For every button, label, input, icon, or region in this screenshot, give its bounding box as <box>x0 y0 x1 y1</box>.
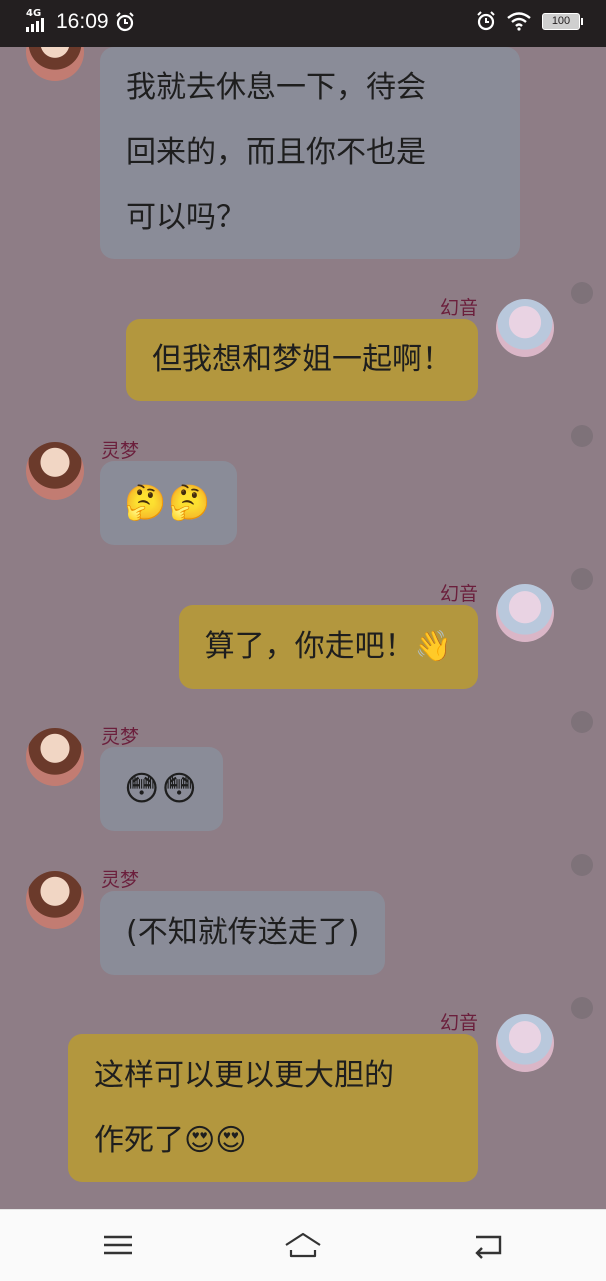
alarm-icon <box>115 12 134 32</box>
back-icon[interactable] <box>468 1228 508 1262</box>
avatar-huanyin[interactable] <box>496 1014 554 1072</box>
status-dot <box>571 282 593 304</box>
sender-name: 灵梦 <box>101 869 140 891</box>
navigation-bar <box>0 1209 606 1281</box>
home-icon[interactable] <box>283 1228 323 1262</box>
battery-icon: 100 <box>542 12 583 30</box>
sender-name: 幻音 <box>439 583 478 605</box>
message-text: 但我想和梦姐一起啊！ <box>152 342 452 377</box>
battery-level: 100 <box>551 14 571 27</box>
message-line: 我就去休息一下，待会 <box>126 70 426 105</box>
message-bubble[interactable]: (不知就传送走了) <box>100 891 386 975</box>
message-line: 作死了😍😍 <box>94 1123 247 1158</box>
message-text: (不知就传送走了) <box>126 915 360 950</box>
avatar-huanyin[interactable] <box>496 299 554 357</box>
status-dot <box>571 568 593 590</box>
status-dot <box>571 711 593 733</box>
message-line: 这样可以更以更大胆的 <box>94 1058 394 1093</box>
message-line: 回来的，而且你不也是 <box>126 135 426 170</box>
avatar-reimu[interactable] <box>26 442 84 500</box>
avatar-reimu[interactable] <box>26 871 84 929</box>
avatar-huanyin[interactable] <box>496 584 554 642</box>
alarm-icon <box>477 11 495 31</box>
message-bubble[interactable]: 😳😳 <box>100 747 223 831</box>
status-dot <box>571 854 593 876</box>
status-dot <box>571 997 593 1019</box>
message-bubble[interactable]: 算了，你走吧！👋 <box>178 605 478 689</box>
status-right: 100 <box>476 11 583 31</box>
message-bubble[interactable]: 这样可以更以更大胆的 作死了😍😍 <box>68 1034 478 1182</box>
avatar-reimu[interactable] <box>26 728 84 786</box>
sender-name: 幻音 <box>439 297 478 319</box>
sender-name: 灵梦 <box>101 440 140 462</box>
message-bubble[interactable]: 我就去休息一下，待会 回来的，而且你不也是 可以吗？ <box>100 47 520 259</box>
message-bubble[interactable]: 🤔🤔 <box>100 461 237 545</box>
emoji-text: 🤔🤔 <box>124 483 213 523</box>
wifi-icon <box>507 12 531 31</box>
sender-name: 幻音 <box>439 1012 478 1034</box>
message-text: 算了，你走吧！👋 <box>204 629 452 664</box>
message-bubble[interactable]: 但我想和梦姐一起啊！ <box>126 319 478 401</box>
avatar-reimu[interactable] <box>26 47 84 81</box>
status-left: 4G 16:09 <box>26 8 135 34</box>
sender-name: 灵梦 <box>101 726 140 748</box>
status-dot <box>571 425 593 447</box>
clock-time: 16:09 <box>56 10 109 33</box>
message-line: 可以吗？ <box>126 200 246 235</box>
status-bar: 4G 16:09 100 <box>0 0 606 47</box>
chat-area[interactable]: 我就去休息一下，待会 回来的，而且你不也是 可以吗？ 幻音 但我想和梦姐一起啊！… <box>0 47 606 1209</box>
emoji-text: 😳😳 <box>124 769 199 809</box>
menu-icon[interactable] <box>98 1228 138 1262</box>
signal-icon: 4G <box>26 8 50 34</box>
